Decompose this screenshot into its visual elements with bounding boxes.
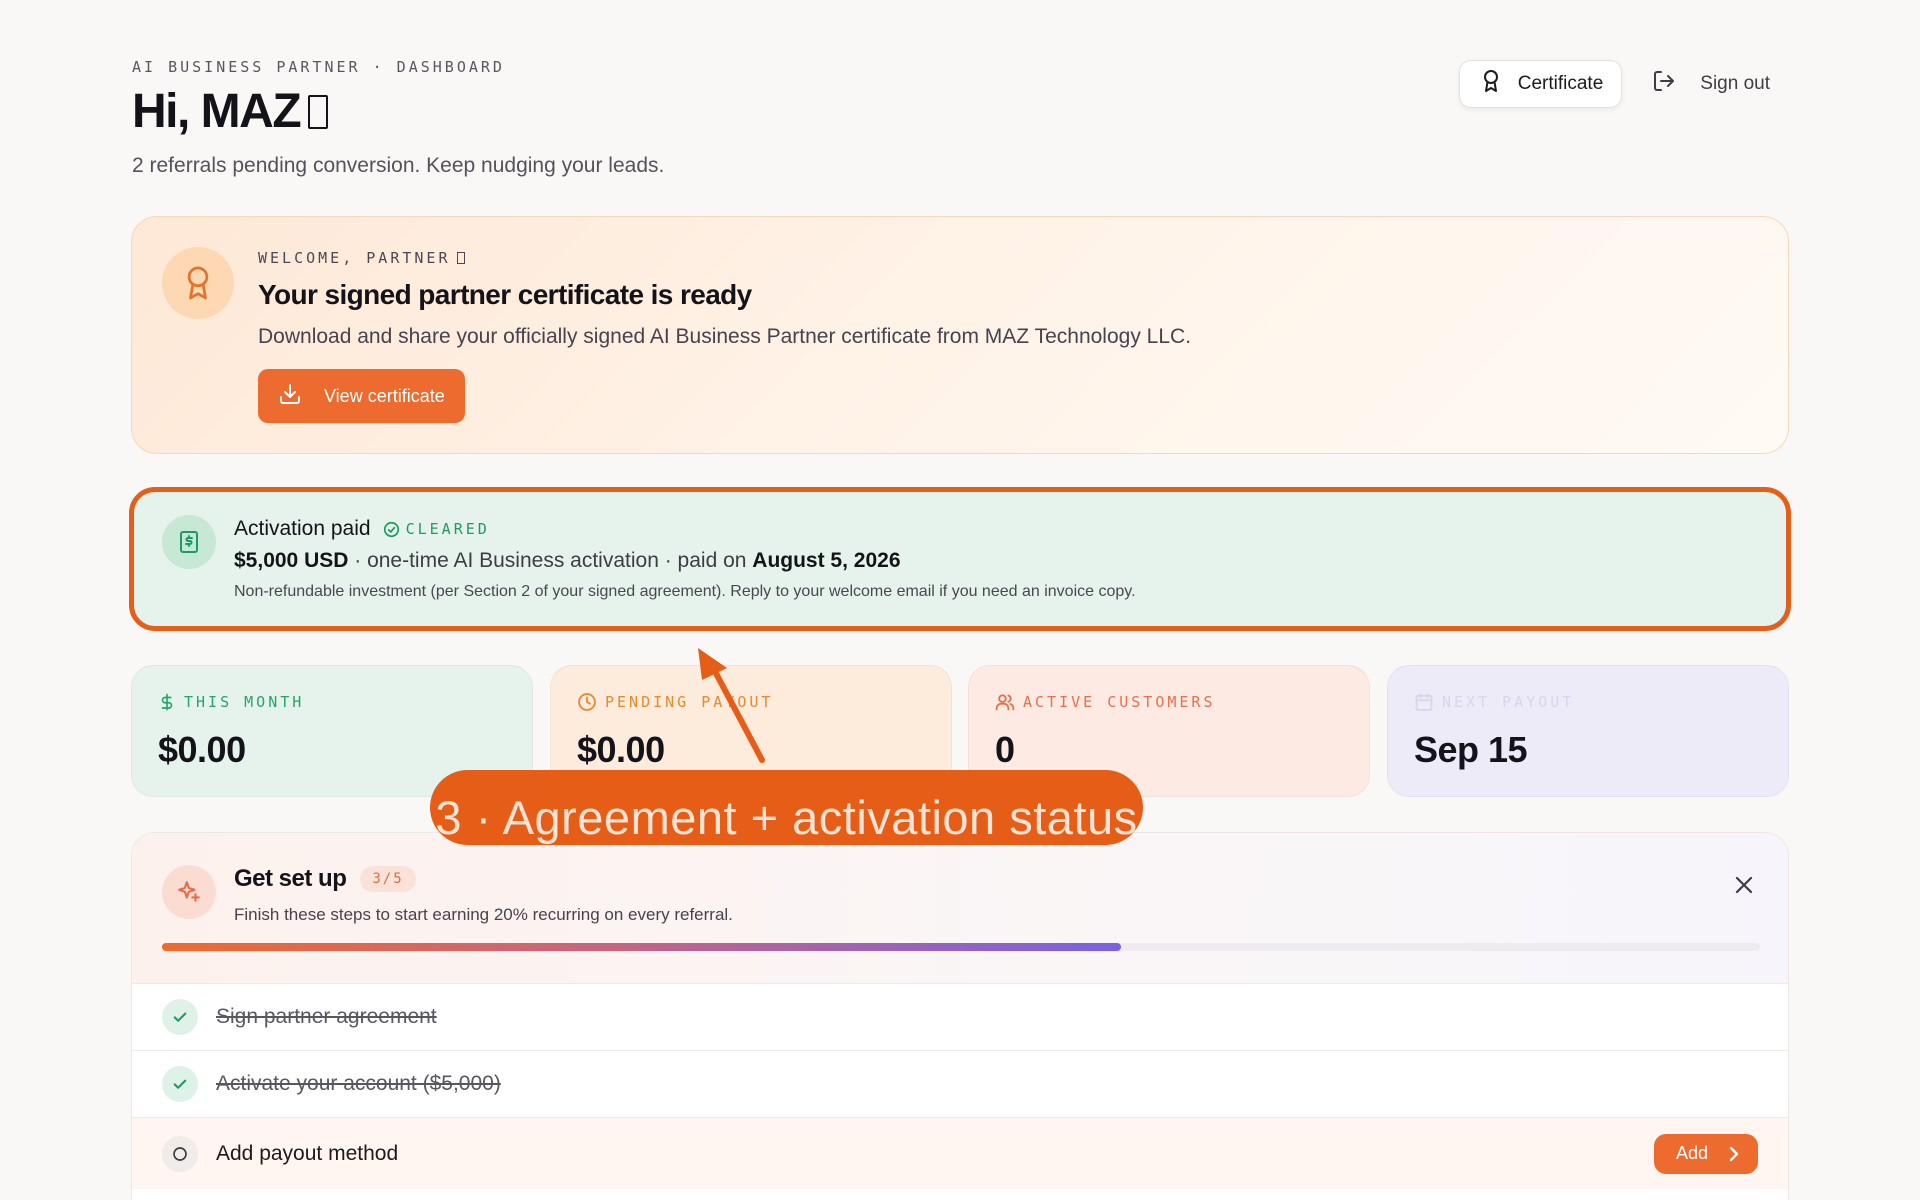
check-icon — [162, 1066, 198, 1102]
circle-icon — [162, 1135, 198, 1172]
sparkles-icon — [162, 865, 216, 919]
checklist-item-label: Add payout method — [216, 1141, 399, 1165]
stat-label: NEXT PAYOUT — [1442, 693, 1575, 711]
welcome-eyebrow: WELCOME, PARTNER — [258, 249, 1191, 267]
checklist-item-label: Sign partner agreement — [216, 1005, 437, 1028]
view-certificate-button[interactable]: View certificate — [258, 369, 465, 423]
activation-date: August 5, 2026 — [752, 549, 901, 572]
activation-amount: $5,000 USD — [234, 549, 349, 572]
activation-note: Non-refundable investment (per Section 2… — [234, 583, 1136, 600]
page-header: AI BUSINESS PARTNER · DASHBOARD Hi, MAZ … — [132, 58, 1788, 188]
activation-title: Activation paid — [234, 517, 371, 540]
dollar-icon — [161, 693, 173, 711]
wave-emoji-icon — [308, 95, 329, 129]
stat-value: $0.00 — [577, 729, 665, 770]
close-icon[interactable] — [1730, 871, 1758, 899]
annotation-text: 3 · Agreement + activation status — [435, 791, 1138, 844]
download-icon — [278, 382, 302, 411]
page-subtitle: 2 referrals pending conversion. Keep nud… — [132, 154, 665, 177]
add-button-label: Add — [1675, 1143, 1708, 1163]
check-icon — [162, 999, 198, 1035]
activation-summary: $5,000 USD · one-time AI Business activa… — [234, 549, 901, 572]
setup-subtitle: Finish these steps to start earning 20% … — [234, 905, 733, 924]
stat-value: Sep 15 — [1414, 729, 1528, 770]
activation-status-card: Activation paid CLEARED $5,000 USD · one… — [131, 490, 1789, 628]
cleared-badge: CLEARED — [383, 520, 490, 538]
certificate-ready-card: WELCOME, PARTNER Your signed partner cer… — [131, 216, 1789, 454]
checklist-item-label: Activate your account ($5,000) — [216, 1072, 501, 1095]
header-actions: Certificate Sign out — [1458, 60, 1788, 108]
receipt-icon — [162, 515, 216, 569]
certificate-button[interactable]: Certificate — [1458, 60, 1623, 108]
welcome-description: Download and share your officially signe… — [258, 325, 1192, 348]
clock-icon — [578, 693, 596, 711]
annotation-arrow-icon — [698, 648, 765, 763]
stat-card-next-payout: NEXT PAYOUT Sep 15 — [1387, 665, 1789, 797]
signout-button[interactable]: Sign out — [1652, 69, 1770, 99]
party-emoji-icon — [456, 252, 465, 264]
add-payout-method-button[interactable]: Add — [1653, 1133, 1758, 1174]
signout-label: Sign out — [1700, 73, 1770, 94]
setup-progress-count: 3/5 — [360, 866, 416, 892]
stat-value: 0 — [995, 729, 1015, 770]
checklist-item: Add payout method Add — [132, 1117, 1788, 1189]
setup-progress-fill — [162, 943, 1121, 951]
calendar-icon — [1415, 693, 1433, 711]
stat-value: $0.00 — [158, 729, 246, 770]
greeting-text: Hi, MAZ — [132, 85, 302, 138]
setup-title: Get set up — [234, 865, 347, 892]
award-icon — [1480, 69, 1502, 99]
check-circle-icon — [383, 521, 399, 537]
checklist-item: Sign partner agreement — [132, 983, 1788, 1050]
stat-label: ACTIVE CUSTOMERS — [1023, 693, 1216, 711]
setup-checklist-panel: Get set up 3/5 Finish these steps to sta… — [131, 832, 1789, 1200]
award-icon — [162, 247, 234, 319]
logout-icon — [1652, 69, 1676, 99]
setup-progress-bar — [162, 943, 1760, 951]
certificate-button-label: Certificate — [1517, 73, 1604, 94]
chevron-right-icon — [1729, 1146, 1739, 1161]
users-icon — [995, 694, 1015, 711]
annotation-callout: 3 · Agreement + activation status — [430, 770, 1143, 845]
view-certificate-label: View certificate — [324, 385, 445, 406]
stat-label: THIS MONTH — [184, 693, 305, 711]
checklist-item: Activate your account ($5,000) — [132, 1050, 1788, 1117]
welcome-title: Your signed partner certificate is ready — [258, 279, 752, 310]
